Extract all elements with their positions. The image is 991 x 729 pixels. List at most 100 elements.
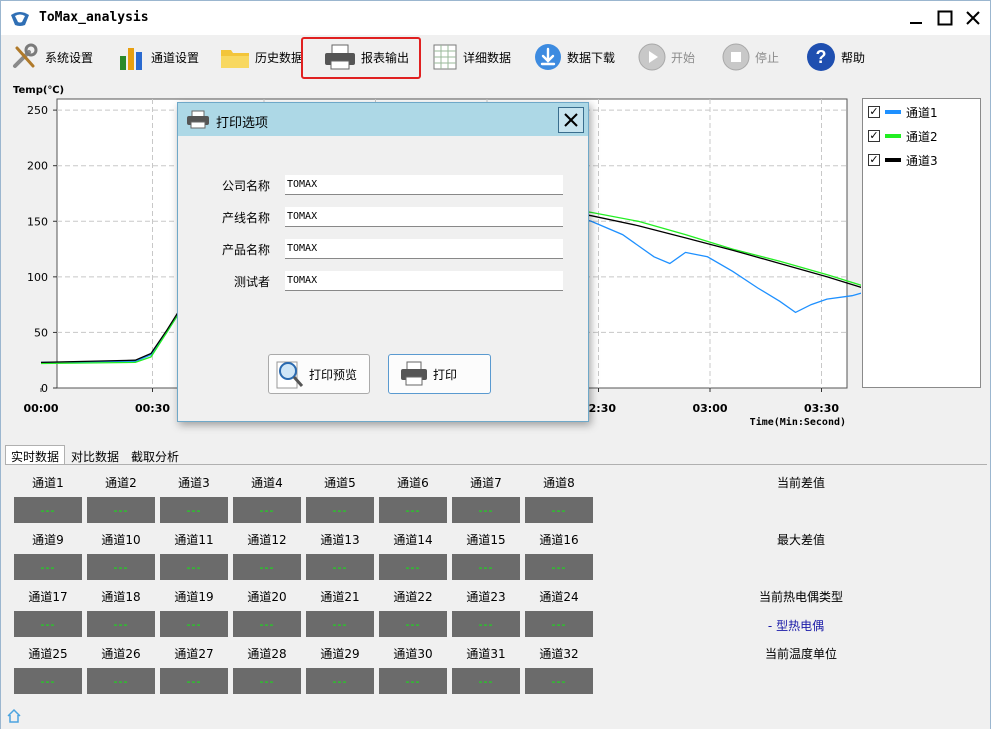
y-axis-label: Temp(℃) (13, 85, 64, 96)
toolbar-label: 停止 (755, 50, 780, 65)
highlight-box (301, 37, 421, 79)
channel-value: --- (525, 554, 593, 580)
toolbar-label: 详细数据 (463, 50, 512, 65)
company-name-label: 公司名称 (221, 179, 270, 193)
channel-label: 通道6 (397, 476, 429, 490)
channel-value: --- (160, 611, 228, 637)
print-label: 打印 (433, 367, 458, 382)
printer-icon (401, 361, 427, 386)
line-name-label: 产线名称 (221, 211, 270, 225)
x-tick-label: 03:00 (692, 402, 727, 415)
toolbar-data-download-button[interactable]: 数据下载 (533, 39, 615, 75)
channel-value: --- (87, 668, 155, 694)
toolbar-help-button[interactable]: ? 帮助 (805, 39, 865, 75)
wrench-icon (13, 43, 38, 68)
print-preview-button[interactable]: 打印预览 (268, 354, 370, 394)
home-icon[interactable] (6, 708, 22, 724)
print-button[interactable]: 打印 (388, 354, 491, 394)
channel-label: 通道17 (28, 590, 68, 604)
line-name-field[interactable]: TOMAX (285, 207, 563, 227)
close-button[interactable] (958, 5, 988, 31)
company-name-field[interactable]: TOMAX (285, 175, 563, 195)
legend-swatch (885, 158, 901, 162)
tab-capture-analysis[interactable]: 截取分析 (125, 445, 185, 465)
legend-item-channel2[interactable]: ✓ 通道2 (868, 126, 938, 146)
toolbar-history-data-button[interactable]: 历史数据 (219, 39, 303, 75)
svg-text:?: ? (816, 47, 827, 67)
legend-item-channel1[interactable]: ✓ 通道1 (868, 102, 938, 122)
product-name-label: 产品名称 (221, 243, 270, 257)
app-logo-icon (11, 12, 29, 26)
folder-icon (221, 50, 249, 68)
max-diff-label: 最大差值 (776, 533, 825, 547)
channel-label: 通道31 (466, 647, 506, 661)
legend-label: 通道3 (906, 153, 938, 168)
chart-legend: ✓ 通道1 ✓ 通道2 ✓ 通道3 (862, 98, 981, 388)
channel-value: --- (87, 554, 155, 580)
toolbar-system-settings-button[interactable]: 系统设置 (9, 39, 93, 75)
tab-realtime-data[interactable]: 实时数据 (5, 445, 66, 465)
channel-label: 通道3 (178, 476, 210, 490)
channel-label: 通道5 (324, 476, 356, 490)
toolbar-stop-button[interactable]: 停止 (721, 39, 779, 75)
channel-label: 通道13 (320, 533, 360, 547)
legend-swatch (885, 110, 901, 114)
channel-label: 通道32 (539, 647, 579, 661)
spreadsheet-icon (433, 44, 457, 70)
legend-checkbox[interactable]: ✓ (868, 130, 880, 142)
channel-label: 通道7 (470, 476, 502, 490)
thermocouple-type-label: 当前热电偶类型 (758, 590, 843, 604)
channel-value: --- (14, 668, 82, 694)
maximize-button[interactable] (930, 5, 960, 31)
dialog-close-button[interactable] (558, 107, 584, 133)
product-name-field[interactable]: TOMAX (285, 239, 563, 259)
channel-value: --- (160, 668, 228, 694)
title-bar: ToMax_analysis (1, 1, 990, 35)
channel-value: --- (306, 497, 374, 523)
y-tick-label: 200 (27, 160, 48, 173)
channel-label: 通道30 (393, 647, 433, 661)
minimize-icon (910, 22, 922, 24)
channel-label: 通道22 (393, 590, 433, 604)
legend-label: 通道1 (906, 105, 938, 120)
maximize-icon (937, 10, 953, 26)
channel-value: --- (452, 497, 520, 523)
channel-value: --- (14, 497, 82, 523)
legend-checkbox[interactable]: ✓ (868, 154, 880, 166)
close-icon (564, 113, 578, 127)
channel-label: 通道2 (105, 476, 137, 490)
channel-value: --- (379, 497, 447, 523)
channel-value: --- (525, 497, 593, 523)
minimize-button[interactable] (901, 5, 931, 31)
dialog-title-bar: 打印选项 (178, 103, 588, 136)
channel-label: 通道12 (247, 533, 287, 547)
toolbar-detail-data-button[interactable]: 详细数据 (431, 39, 511, 75)
channel-label: 通道18 (101, 590, 141, 604)
printer-icon (187, 110, 209, 129)
channel-value: --- (452, 611, 520, 637)
y-tick-label: 0 (41, 382, 48, 395)
channel-value: --- (452, 668, 520, 694)
tab-compare-data[interactable]: 对比数据 (65, 445, 125, 465)
channel-value: --- (379, 554, 447, 580)
channel-value: --- (87, 611, 155, 637)
channel-label: 通道29 (320, 647, 360, 661)
legend-item-channel3[interactable]: ✓ 通道3 (868, 150, 938, 170)
toolbar-channel-settings-button[interactable]: 通道设置 (117, 39, 199, 75)
x-tick-label: 03:30 (804, 402, 839, 415)
channel-label: 通道27 (174, 647, 214, 661)
channel-label: 通道26 (101, 647, 141, 661)
tester-field[interactable]: TOMAX (285, 271, 563, 291)
channel-label: 通道10 (101, 533, 141, 547)
toolbar-start-button[interactable]: 开始 (637, 39, 695, 75)
legend-checkbox[interactable]: ✓ (868, 106, 880, 118)
current-diff-label: 当前差值 (776, 476, 825, 490)
print-preview-label: 打印预览 (309, 367, 358, 382)
tester-label: 测试者 (233, 275, 270, 289)
toolbar-label: 系统设置 (45, 50, 94, 65)
y-tick-label: 100 (27, 271, 48, 284)
channel-value: --- (87, 497, 155, 523)
toolbar-label: 帮助 (841, 50, 866, 65)
toolbar: 系统设置 通道设置 历史数据 报表输出 详细数据 数据下载 开始 停止 ? 帮助 (1, 37, 990, 79)
channel-label: 通道28 (247, 647, 287, 661)
